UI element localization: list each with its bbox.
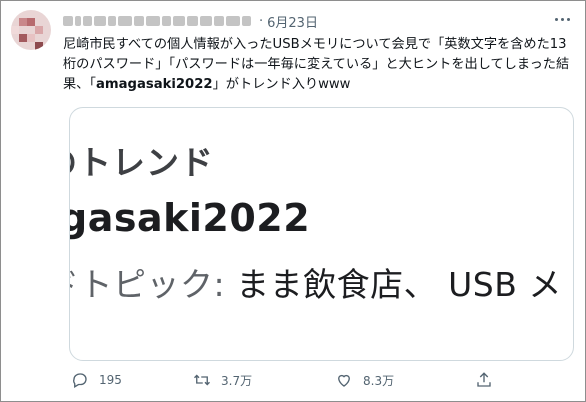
tweet-text-bold: amagasaki2022: [95, 77, 213, 92]
tweet-text-part2: 」がトレンド入りwww: [212, 77, 351, 92]
card-line-keyword: gasaki2022: [69, 196, 311, 240]
like-count: 8.3万: [363, 373, 395, 388]
card-topic-prefix: ドトピック:: [70, 265, 226, 304]
reply-button[interactable]: 195: [71, 371, 122, 389]
card-line-topic: ドトピック: まま飲食店、 USB メ: [70, 258, 562, 306]
like-icon: [338, 374, 350, 387]
tweet-header: · 6月23日: [63, 11, 318, 31]
header-separator: ·: [259, 13, 264, 29]
action-bar: 195 3.7万 8.3万: [71, 371, 531, 393]
retweet-count: 3.7万: [221, 373, 253, 388]
author-name-blurred[interactable]: [63, 16, 251, 26]
reply-icon: [73, 373, 87, 388]
tweet-frame: · 6月23日 尼崎市民すべての個人情報が入ったUSBメモリについて会見で「英数…: [0, 0, 586, 402]
share-icon: [477, 372, 491, 387]
tweet-date[interactable]: 6月23日: [267, 12, 318, 31]
card-topic-main: まま飲食店、 USB メ: [236, 265, 562, 304]
more-icon[interactable]: [553, 12, 573, 26]
like-button[interactable]: 8.3万: [335, 371, 394, 389]
card-line-trend: のトレンド: [70, 143, 214, 182]
avatar[interactable]: [11, 10, 51, 50]
share-button[interactable]: [475, 371, 493, 389]
media-card[interactable]: のトレンド gasaki2022 ドトピック: まま飲食店、 USB メ: [69, 107, 574, 361]
reply-count: 195: [99, 373, 122, 387]
retweet-button[interactable]: 3.7万: [193, 371, 252, 389]
retweet-icon: [194, 374, 210, 386]
tweet-text: 尼崎市民すべての個人情報が入ったUSBメモリについて会見で「英数文字を含めた13…: [63, 35, 573, 95]
